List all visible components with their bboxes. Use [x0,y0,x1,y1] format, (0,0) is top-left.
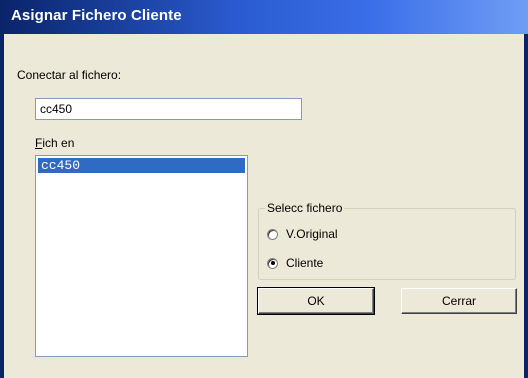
list-item[interactable]: cc450 [38,158,245,173]
select-file-group: Selecc fichero V.Original Cliente [258,201,516,280]
file-list-label-rest: ich en [42,136,75,150]
radio-original-row[interactable]: V.Original [267,226,338,242]
radio-client-label: Cliente [286,256,324,270]
connect-file-input[interactable] [35,98,302,120]
radio-original[interactable] [267,228,278,240]
title-bar[interactable]: Asignar Fichero Cliente [0,0,528,34]
select-file-group-legend: Selecc fichero [265,201,345,215]
radio-client-row[interactable]: Cliente [267,255,323,271]
dialog-window: Asignar Fichero Cliente Conectar al fich… [0,0,528,378]
ok-button[interactable]: OK [257,287,375,315]
dialog-client-area: Conectar al fichero: Fich en cc450 Selec… [4,34,524,378]
file-list-label: Fich en [35,136,74,150]
close-button[interactable]: Cerrar [401,288,517,314]
window-title: Asignar Fichero Cliente [11,7,182,24]
radio-original-label: V.Original [286,227,338,241]
connect-label: Conectar al fichero: [17,68,122,82]
file-listbox[interactable]: cc450 [35,155,248,357]
radio-client[interactable] [267,257,278,269]
